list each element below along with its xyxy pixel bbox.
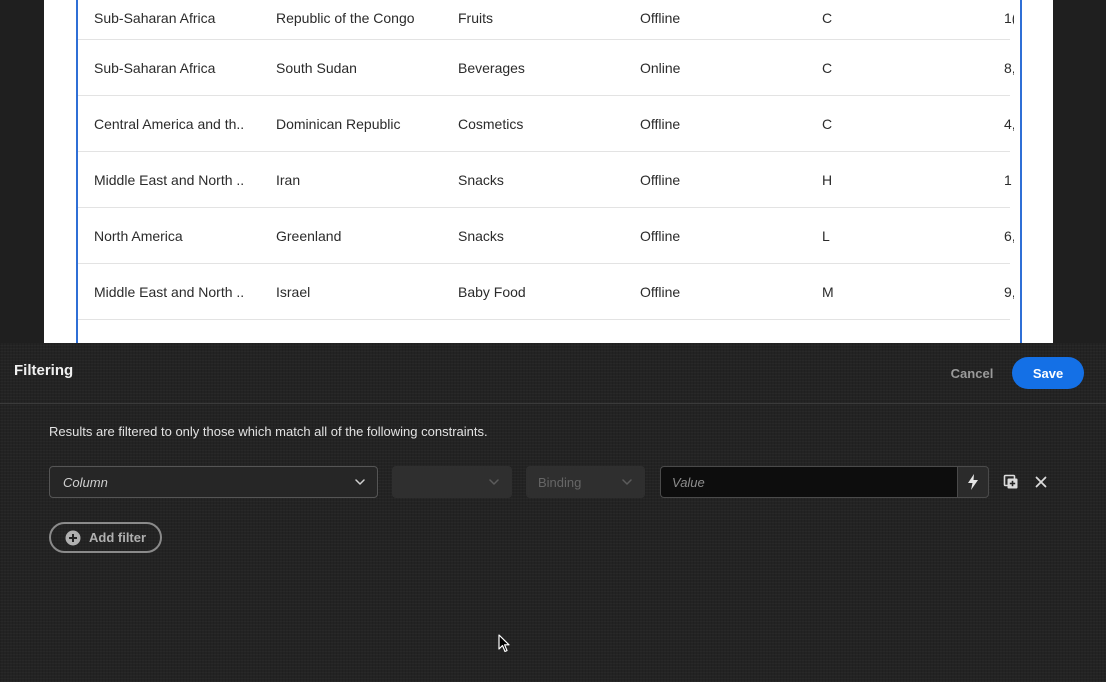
table-cell: Fruits <box>458 9 493 26</box>
table-row[interactable]: North America Greenland Snacks Offline L 6, <box>78 208 1014 264</box>
table-cell: 1( <box>1004 9 1014 26</box>
table-cell: Beverages <box>458 59 525 76</box>
binding-select-label: Binding <box>538 474 582 490</box>
table-cell <box>640 320 800 343</box>
table-cell <box>822 320 882 343</box>
table-cell <box>276 320 446 343</box>
table-cell: 9, <box>1004 283 1014 300</box>
table-cell: Offline <box>640 171 681 188</box>
chevron-down-icon <box>622 479 632 485</box>
table-cell: South Sudan <box>276 59 357 76</box>
table-body: Sub-Saharan Africa Republic of the Congo F… <box>78 0 1014 343</box>
value-input[interactable] <box>660 466 958 498</box>
table-row[interactable]: Sub-Saharan Africa Republic of the Congo F… <box>78 0 1014 40</box>
plus-circle-icon <box>65 530 81 545</box>
table-cell: Baby Food <box>458 283 526 300</box>
filtering-panel: Filtering Cancel Save Results are filter… <box>0 343 1106 682</box>
table-cell <box>458 320 618 343</box>
table-cell <box>1004 320 1014 343</box>
filter-description: Results are filtered to only those which… <box>49 424 488 439</box>
operator-select[interactable] <box>392 466 512 498</box>
table-cell: 4, <box>1004 115 1014 132</box>
add-filter-button[interactable]: Add filter <box>49 522 162 553</box>
table-cell: Online <box>640 59 681 76</box>
chevron-down-icon <box>355 479 365 485</box>
table-cell: Sub-Saharan Africa <box>94 59 216 76</box>
table-cell: Offline <box>640 227 681 244</box>
save-button[interactable]: Save <box>1012 357 1084 389</box>
binding-select[interactable]: Binding <box>526 466 645 498</box>
table-cell: M <box>822 283 834 300</box>
table-cell: Greenland <box>276 227 342 244</box>
table-cell: 6, <box>1004 227 1014 244</box>
table-cell: H <box>822 171 833 188</box>
table-cell <box>94 320 244 343</box>
table-cell: C <box>822 115 833 132</box>
table-cell: Middle East and North ... <box>94 171 244 188</box>
cancel-button[interactable]: Cancel <box>940 357 1004 389</box>
filtering-header: Filtering Cancel Save <box>0 343 1106 404</box>
table-cell: Snacks <box>458 171 504 188</box>
table-row[interactable] <box>78 320 1010 343</box>
duplicate-icon <box>1003 474 1018 489</box>
column-select-placeholder: Column <box>63 474 108 490</box>
close-icon <box>1035 476 1047 488</box>
table-cell: Israel <box>276 283 311 300</box>
data-table: Sub-Saharan Africa Republic of the Congo F… <box>76 0 1022 343</box>
table-cell: 8, <box>1004 59 1014 76</box>
duplicate-filter-button[interactable] <box>1000 471 1022 493</box>
table-cell: Cosmetics <box>458 115 524 132</box>
binding-toggle-button[interactable] <box>957 466 989 498</box>
app-window: Sub-Saharan Africa Republic of the Congo F… <box>0 0 1106 682</box>
table-cell: Offline <box>640 9 681 26</box>
table-row[interactable]: Middle East and North ... Israel Baby Food… <box>78 264 1014 320</box>
table-cell: C <box>822 9 833 26</box>
table-cell: Middle East and North ... <box>94 283 244 300</box>
table-cell: North America <box>94 227 183 244</box>
panel-title: Filtering <box>14 362 74 379</box>
table-cell: C <box>822 59 833 76</box>
mouse-pointer-icon <box>498 634 510 653</box>
data-table-panel: Sub-Saharan Africa Republic of the Congo F… <box>44 0 1053 343</box>
table-row[interactable]: Central America and th... Dominican Repub… <box>78 96 1014 152</box>
column-select[interactable]: Column <box>49 466 378 498</box>
add-filter-label: Add filter <box>89 530 147 545</box>
chevron-down-icon <box>489 479 499 485</box>
table-row[interactable]: Sub-Saharan Africa South Sudan Beverages On… <box>78 40 1014 96</box>
table-cell: Iran <box>276 171 301 188</box>
table-cell: Central America and th... <box>94 115 244 132</box>
table-cell: Offline <box>640 283 681 300</box>
table-row[interactable]: Middle East and North ... Iran Snacks Offli… <box>78 152 1012 208</box>
lightning-bolt-icon <box>968 474 978 490</box>
table-cell: L <box>822 227 830 244</box>
table-cell: Snacks <box>458 227 504 244</box>
table-cell: Offline <box>640 115 681 132</box>
table-cell: 1 <box>1004 171 1012 188</box>
table-cell: Republic of the Congo <box>276 9 415 26</box>
remove-filter-button[interactable] <box>1030 471 1052 493</box>
table-cell: Sub-Saharan Africa <box>94 9 216 26</box>
table-cell: Dominican Republic <box>276 115 401 132</box>
